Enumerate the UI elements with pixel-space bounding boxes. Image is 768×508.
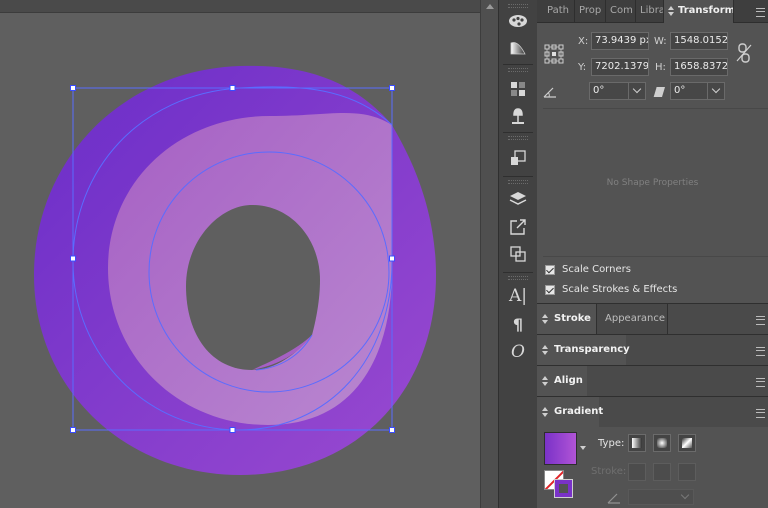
align-panel-header: Align [537, 365, 768, 396]
panel-menu-icon[interactable] [756, 409, 765, 418]
artboard-canvas[interactable] [0, 0, 480, 508]
tab-transparency[interactable]: Transparency [537, 335, 630, 365]
stroke-gradient-swatch[interactable] [554, 479, 573, 498]
radial-gradient-button[interactable] [653, 434, 671, 452]
shear-icon [652, 86, 665, 98]
height-field[interactable]: 1658.8372 p [670, 58, 728, 76]
rotate-angle-icon [543, 87, 556, 98]
x-label: X: [578, 36, 589, 47]
dock-grip[interactable] [508, 276, 528, 280]
gradient-stroke-label: Stroke: [591, 466, 627, 477]
scroll-up-arrow-icon[interactable] [486, 4, 494, 9]
collapse-arrows-icon [542, 314, 548, 324]
h-label: H: [655, 62, 666, 73]
tab-align[interactable]: Align [537, 366, 587, 396]
shear-dropdown-button[interactable] [707, 82, 725, 100]
stroke-within-button[interactable] [628, 463, 646, 481]
freeform-gradient-button[interactable] [678, 434, 696, 452]
y-field[interactable]: 7202.1379 p [591, 58, 649, 76]
tab-stroke[interactable]: Stroke [537, 304, 596, 334]
paragraph-icon[interactable]: ¶ [507, 313, 529, 335]
tab-comments[interactable]: Com [606, 0, 636, 22]
gradient-icon[interactable] [507, 36, 529, 58]
tab-pathfinder[interactable]: Path [543, 0, 575, 22]
dock-grip[interactable] [508, 4, 528, 8]
gradient-swatch-dropdown-icon[interactable] [580, 446, 586, 450]
collapse-arrows-icon [542, 345, 548, 355]
character-icon[interactable]: A| [507, 285, 529, 307]
panel-menu-icon[interactable] [756, 347, 765, 356]
chevron-down-icon [711, 84, 721, 94]
shear-value: 0° [674, 85, 686, 96]
collapse-arrows-icon [542, 407, 548, 417]
tab-appearance[interactable]: Appearance [596, 304, 668, 334]
constrain-proportions-link-icon[interactable] [736, 42, 752, 64]
symbols-icon[interactable] [507, 104, 529, 126]
opentype-icon[interactable]: O [507, 341, 529, 363]
gradient-angle-field[interactable] [628, 489, 694, 505]
panel-menu-icon[interactable] [756, 378, 765, 387]
layers-icon[interactable] [507, 188, 529, 210]
gradient-swatch[interactable] [544, 432, 577, 465]
collapse-arrows-icon [668, 6, 674, 16]
scale-corners-checkbox[interactable] [545, 265, 555, 275]
transform-panel-tabbar: Path Prop Com Libra Transform [537, 0, 768, 23]
width-field[interactable]: 1548.0152 p [670, 32, 728, 50]
no-shape-properties-text: No Shape Properties [606, 178, 699, 188]
tab-transparency-label: Transparency [554, 344, 630, 355]
tab-gradient-label: Gradient [554, 406, 604, 417]
artwork[interactable] [0, 0, 480, 508]
gradient-panel-header: Gradient [537, 396, 768, 427]
tab-libraries[interactable]: Libra [636, 0, 664, 22]
properties-panel-group: Path Prop Com Libra Transform X: 73.9439… [537, 0, 768, 508]
y-label: Y: [578, 62, 587, 73]
scale-corners-label: Scale Corners [562, 264, 631, 275]
vertical-scrollbar[interactable] [480, 0, 498, 508]
rotate-dropdown-button[interactable] [628, 82, 646, 100]
rotate-value: 0° [593, 85, 605, 96]
dock-grip[interactable] [508, 68, 528, 72]
tab-transform[interactable]: Transform [664, 0, 734, 23]
collapse-arrows-icon [542, 376, 548, 386]
dock-grip[interactable] [508, 136, 528, 140]
x-field[interactable]: 73.9439 px [591, 32, 649, 50]
tab-properties[interactable]: Prop [575, 0, 606, 22]
export-icon[interactable] [507, 216, 529, 238]
tab-stroke-label: Stroke [554, 313, 591, 324]
chevron-down-icon [680, 490, 690, 500]
links-icon[interactable] [507, 243, 529, 265]
gradient-angle-icon [607, 493, 620, 504]
stroke-along-button[interactable] [653, 463, 671, 481]
scale-strokes-checkbox[interactable] [545, 285, 555, 295]
tab-gradient[interactable]: Gradient [537, 397, 603, 427]
stroke-panel-header: Stroke Appearance [537, 303, 768, 334]
stroke-across-button[interactable] [678, 463, 696, 481]
w-label: W: [654, 36, 667, 47]
artboards-icon[interactable] [507, 147, 529, 169]
panel-menu-icon[interactable] [756, 316, 765, 325]
tab-transform-label: Transform [678, 5, 734, 16]
reference-point-locator[interactable] [544, 44, 564, 64]
chevron-down-icon [632, 84, 642, 94]
dock-grip[interactable] [508, 180, 528, 184]
scale-strokes-label: Scale Strokes & Effects [562, 284, 678, 295]
brushes-icon[interactable] [507, 9, 529, 31]
tab-align-label: Align [554, 375, 583, 386]
transparency-panel-header: Transparency [537, 334, 768, 365]
linear-gradient-button[interactable] [628, 434, 646, 452]
panel-dock: A| ¶ O [498, 0, 538, 508]
panel-menu-icon[interactable] [756, 8, 765, 17]
graphic-styles-icon[interactable] [507, 78, 529, 100]
gradient-type-label: Type: [598, 438, 625, 449]
